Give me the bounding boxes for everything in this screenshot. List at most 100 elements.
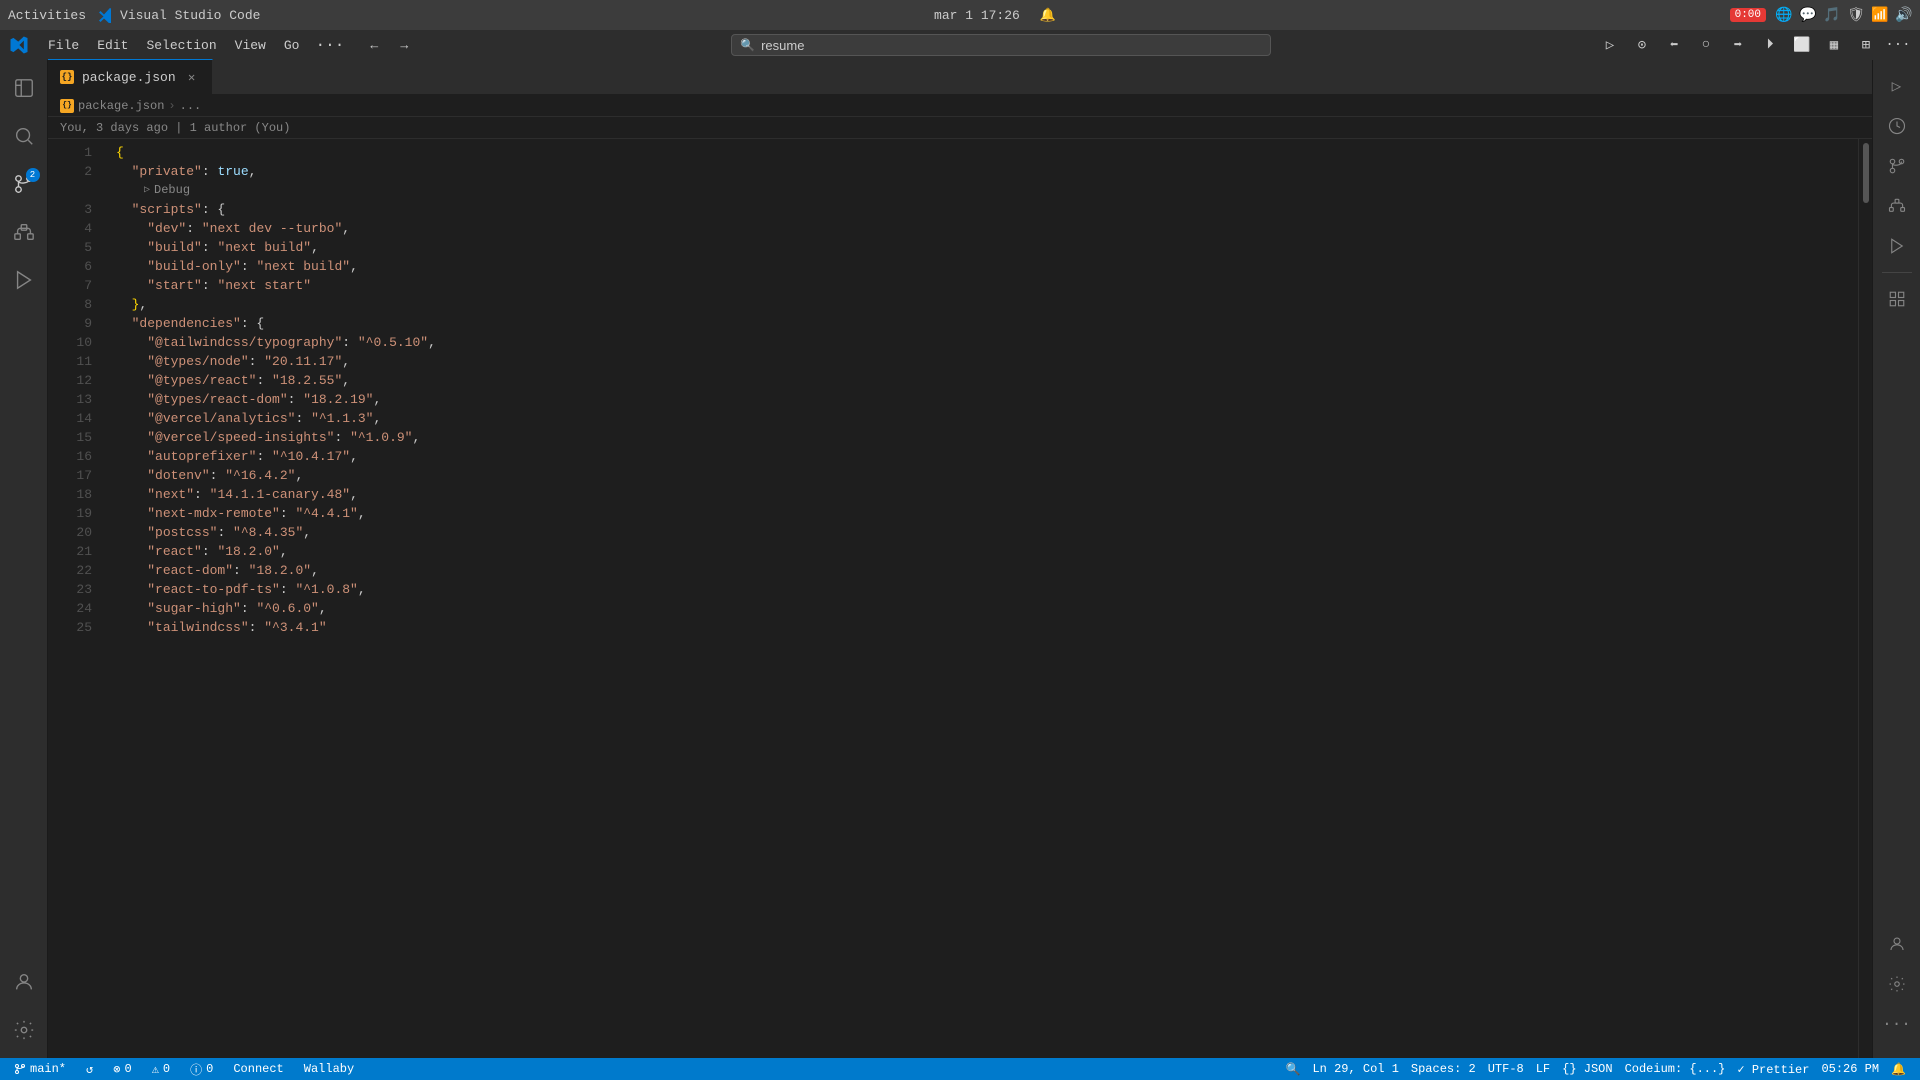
statusbar-encoding[interactable]: UTF-8: [1482, 1058, 1530, 1080]
statusbar-line-ending[interactable]: LF: [1530, 1058, 1556, 1080]
statusbar-info[interactable]: ⓘ 0: [184, 1058, 219, 1080]
right-icon-run[interactable]: ▷: [1879, 68, 1915, 104]
statusbar-bell[interactable]: 🔔: [1885, 1058, 1912, 1080]
menu-file[interactable]: File: [40, 35, 87, 56]
run-toolbar-button[interactable]: ▷: [1596, 31, 1624, 59]
nav-buttons: ← →: [360, 31, 418, 59]
activities-label[interactable]: Activities: [8, 8, 86, 23]
menu-view[interactable]: View: [227, 35, 274, 56]
right-sidebar-bottom: ···: [1879, 926, 1915, 1050]
statusbar-right: 🔍 Ln 29, Col 1 Spaces: 2 UTF-8 LF {} JSO…: [1280, 1058, 1912, 1080]
right-sidebar: ▷: [1872, 60, 1920, 1058]
statusbar-connect[interactable]: Connect: [227, 1058, 289, 1080]
code-line-2: "private": true,: [116, 162, 1858, 181]
statusbar-spaces[interactable]: Spaces: 2: [1405, 1058, 1482, 1080]
debug-label: Debug: [154, 181, 190, 200]
app-icon2: 🎵: [1824, 7, 1840, 23]
code-line-18: "next": "14.1.1-canary.48",: [116, 485, 1858, 504]
grid-toolbar-button[interactable]: ⊞: [1852, 31, 1880, 59]
titlebar-icons: 🌐 💬 🎵 🛡 📶 🔊: [1776, 7, 1912, 23]
branch-name: main*: [30, 1062, 66, 1076]
history-toolbar-button[interactable]: ⊙: [1628, 31, 1656, 59]
code-line-11: "@types/node": "20.11.17",: [116, 352, 1858, 371]
back2-toolbar-button[interactable]: ⬅: [1660, 31, 1688, 59]
split-toolbar-button[interactable]: ⬜: [1788, 31, 1816, 59]
nav-back-button[interactable]: ←: [360, 31, 388, 59]
activity-search[interactable]: [4, 116, 44, 156]
titlebar-left: Activities Visual Studio Code: [8, 7, 260, 23]
chrome-icon: 🌐: [1776, 7, 1792, 23]
statusbar-codeium[interactable]: Codeium: {...}: [1619, 1058, 1732, 1080]
datetime-label: mar 1 17:26: [934, 8, 1020, 23]
search-bar[interactable]: 🔍: [731, 34, 1271, 56]
nav-forward-button[interactable]: →: [390, 31, 418, 59]
statusbar-errors[interactable]: ⊗ 0: [107, 1058, 137, 1080]
circle-toolbar-button[interactable]: ○: [1692, 31, 1720, 59]
code-line-debug[interactable]: ▷ Debug: [120, 181, 1858, 200]
code-line-25: "tailwindcss": "^3.4.1": [116, 618, 1858, 637]
debug-toolbar-button[interactable]: ⏵: [1756, 31, 1784, 59]
right-icon-run2[interactable]: [1879, 228, 1915, 264]
scrollbar-track[interactable]: [1858, 139, 1872, 1058]
code-line-19: "next-mdx-remote": "^4.4.1",: [116, 504, 1858, 523]
statusbar-sync[interactable]: ↺: [80, 1058, 99, 1080]
menu-selection[interactable]: Selection: [138, 35, 224, 56]
info-count: 0: [206, 1062, 213, 1076]
code-line-22: "react-dom": "18.2.0",: [116, 561, 1858, 580]
errors-count: 0: [124, 1062, 131, 1076]
tab-close-button[interactable]: ✕: [184, 69, 200, 85]
layout-toolbar-button[interactable]: ▦: [1820, 31, 1848, 59]
right-icon-history[interactable]: [1879, 108, 1915, 144]
code-content[interactable]: { "private": true, ▷ Debug "scripts": { …: [100, 139, 1858, 1058]
search-input[interactable]: [761, 38, 1262, 53]
spaces-text: Spaces: 2: [1411, 1062, 1476, 1076]
line-numbers: 1 2 3 4 5 6 7 8 9 10 11 12 13 14 15 16 1…: [48, 139, 100, 1058]
warnings-count: 0: [163, 1062, 170, 1076]
code-line-15: "@vercel/speed-insights": "^1.0.9",: [116, 428, 1858, 447]
breadcrumb-more[interactable]: ...: [180, 99, 202, 113]
menu-edit[interactable]: Edit: [89, 35, 136, 56]
statusbar-prettier[interactable]: ✓ Prettier: [1731, 1058, 1815, 1080]
tab-package-json[interactable]: {} package.json ✕: [48, 59, 213, 94]
recording-badge: 0:00: [1730, 8, 1766, 22]
codeium-text: Codeium: {...}: [1625, 1062, 1726, 1076]
zoom-icon: 🔍: [1286, 1062, 1301, 1077]
activity-accounts[interactable]: [4, 962, 44, 1002]
statusbar-warnings[interactable]: ⚠ 0: [146, 1058, 176, 1080]
right-icon-source-control[interactable]: [1879, 148, 1915, 184]
statusbar-bell-icon: 🔔: [1891, 1062, 1906, 1077]
statusbar-branch[interactable]: main*: [8, 1058, 72, 1080]
activity-explorer[interactable]: [4, 68, 44, 108]
warnings-icon: ⚠: [152, 1062, 159, 1077]
code-line-21: "react": "18.2.0",: [116, 542, 1858, 561]
statusbar-position[interactable]: Ln 29, Col 1: [1306, 1058, 1404, 1080]
vscode-logo: [8, 34, 30, 56]
right-icon-more[interactable]: ···: [1879, 1006, 1915, 1042]
breadcrumb-filename[interactable]: package.json: [78, 99, 164, 113]
activity-settings[interactable]: [4, 1010, 44, 1050]
sidebar-divider: [1882, 272, 1912, 273]
sync-icon: ↺: [86, 1062, 93, 1077]
menu-more[interactable]: ···: [309, 33, 350, 57]
right-icon-extensions[interactable]: [1879, 188, 1915, 224]
forward2-toolbar-button[interactable]: ➡: [1724, 31, 1752, 59]
code-editor[interactable]: 1 2 3 4 5 6 7 8 9 10 11 12 13 14 15 16 1…: [48, 139, 1872, 1058]
code-line-16: "autoprefixer": "^10.4.17",: [116, 447, 1858, 466]
position-text: Ln 29, Col 1: [1312, 1062, 1398, 1076]
scrollbar-thumb[interactable]: [1863, 143, 1869, 203]
activity-run-debug[interactable]: [4, 260, 44, 300]
statusbar-language[interactable]: {} JSON: [1556, 1058, 1618, 1080]
menu-go[interactable]: Go: [276, 35, 308, 56]
right-icon-settings[interactable]: [1879, 966, 1915, 1002]
activity-source-control[interactable]: 2: [4, 164, 44, 204]
code-line-12: "@types/react": "18.2.55",: [116, 371, 1858, 390]
right-icon-accounts[interactable]: [1879, 926, 1915, 962]
more-toolbar-button[interactable]: ···: [1884, 31, 1912, 59]
bell-icon: 🔔: [1040, 8, 1056, 23]
right-icon-grid[interactable]: [1879, 281, 1915, 317]
activity-extensions[interactable]: [4, 212, 44, 252]
statusbar-zoom[interactable]: 🔍: [1280, 1058, 1307, 1080]
info-icon: ⓘ: [190, 1061, 202, 1078]
statusbar-wallaby[interactable]: Wallaby: [298, 1058, 360, 1080]
code-line-6: "build-only": "next build",: [116, 257, 1858, 276]
